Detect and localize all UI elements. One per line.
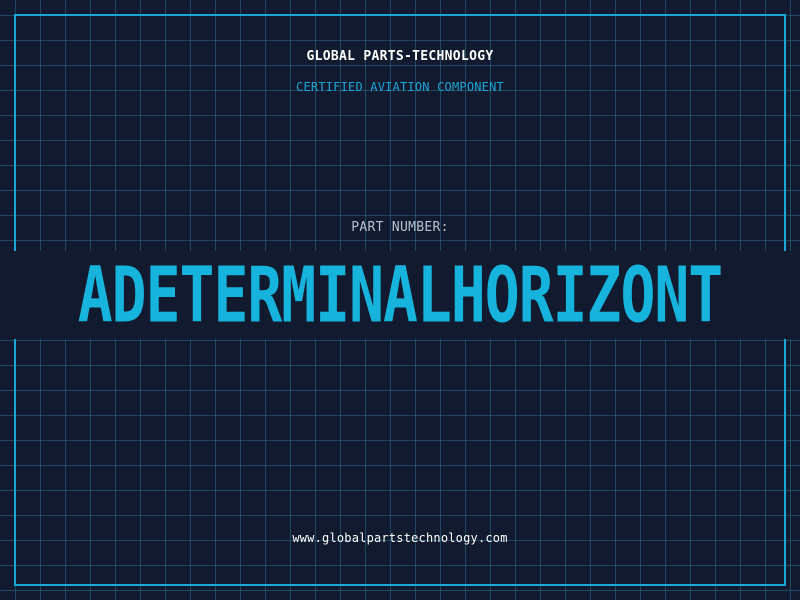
part-number-band: ADETERMINALHORIZONT — [0, 251, 800, 339]
part-number-label: PART NUMBER: — [351, 220, 449, 235]
company-name: GLOBAL PARTS-TECHNOLOGY — [306, 49, 494, 64]
website-link[interactable]: www.globalpartstechnology.com — [0, 531, 800, 545]
certificate-subtitle: CERTIFIED AVIATION COMPONENT — [296, 80, 504, 94]
part-number-value: ADETERMINALHORIZONT — [77, 251, 723, 339]
